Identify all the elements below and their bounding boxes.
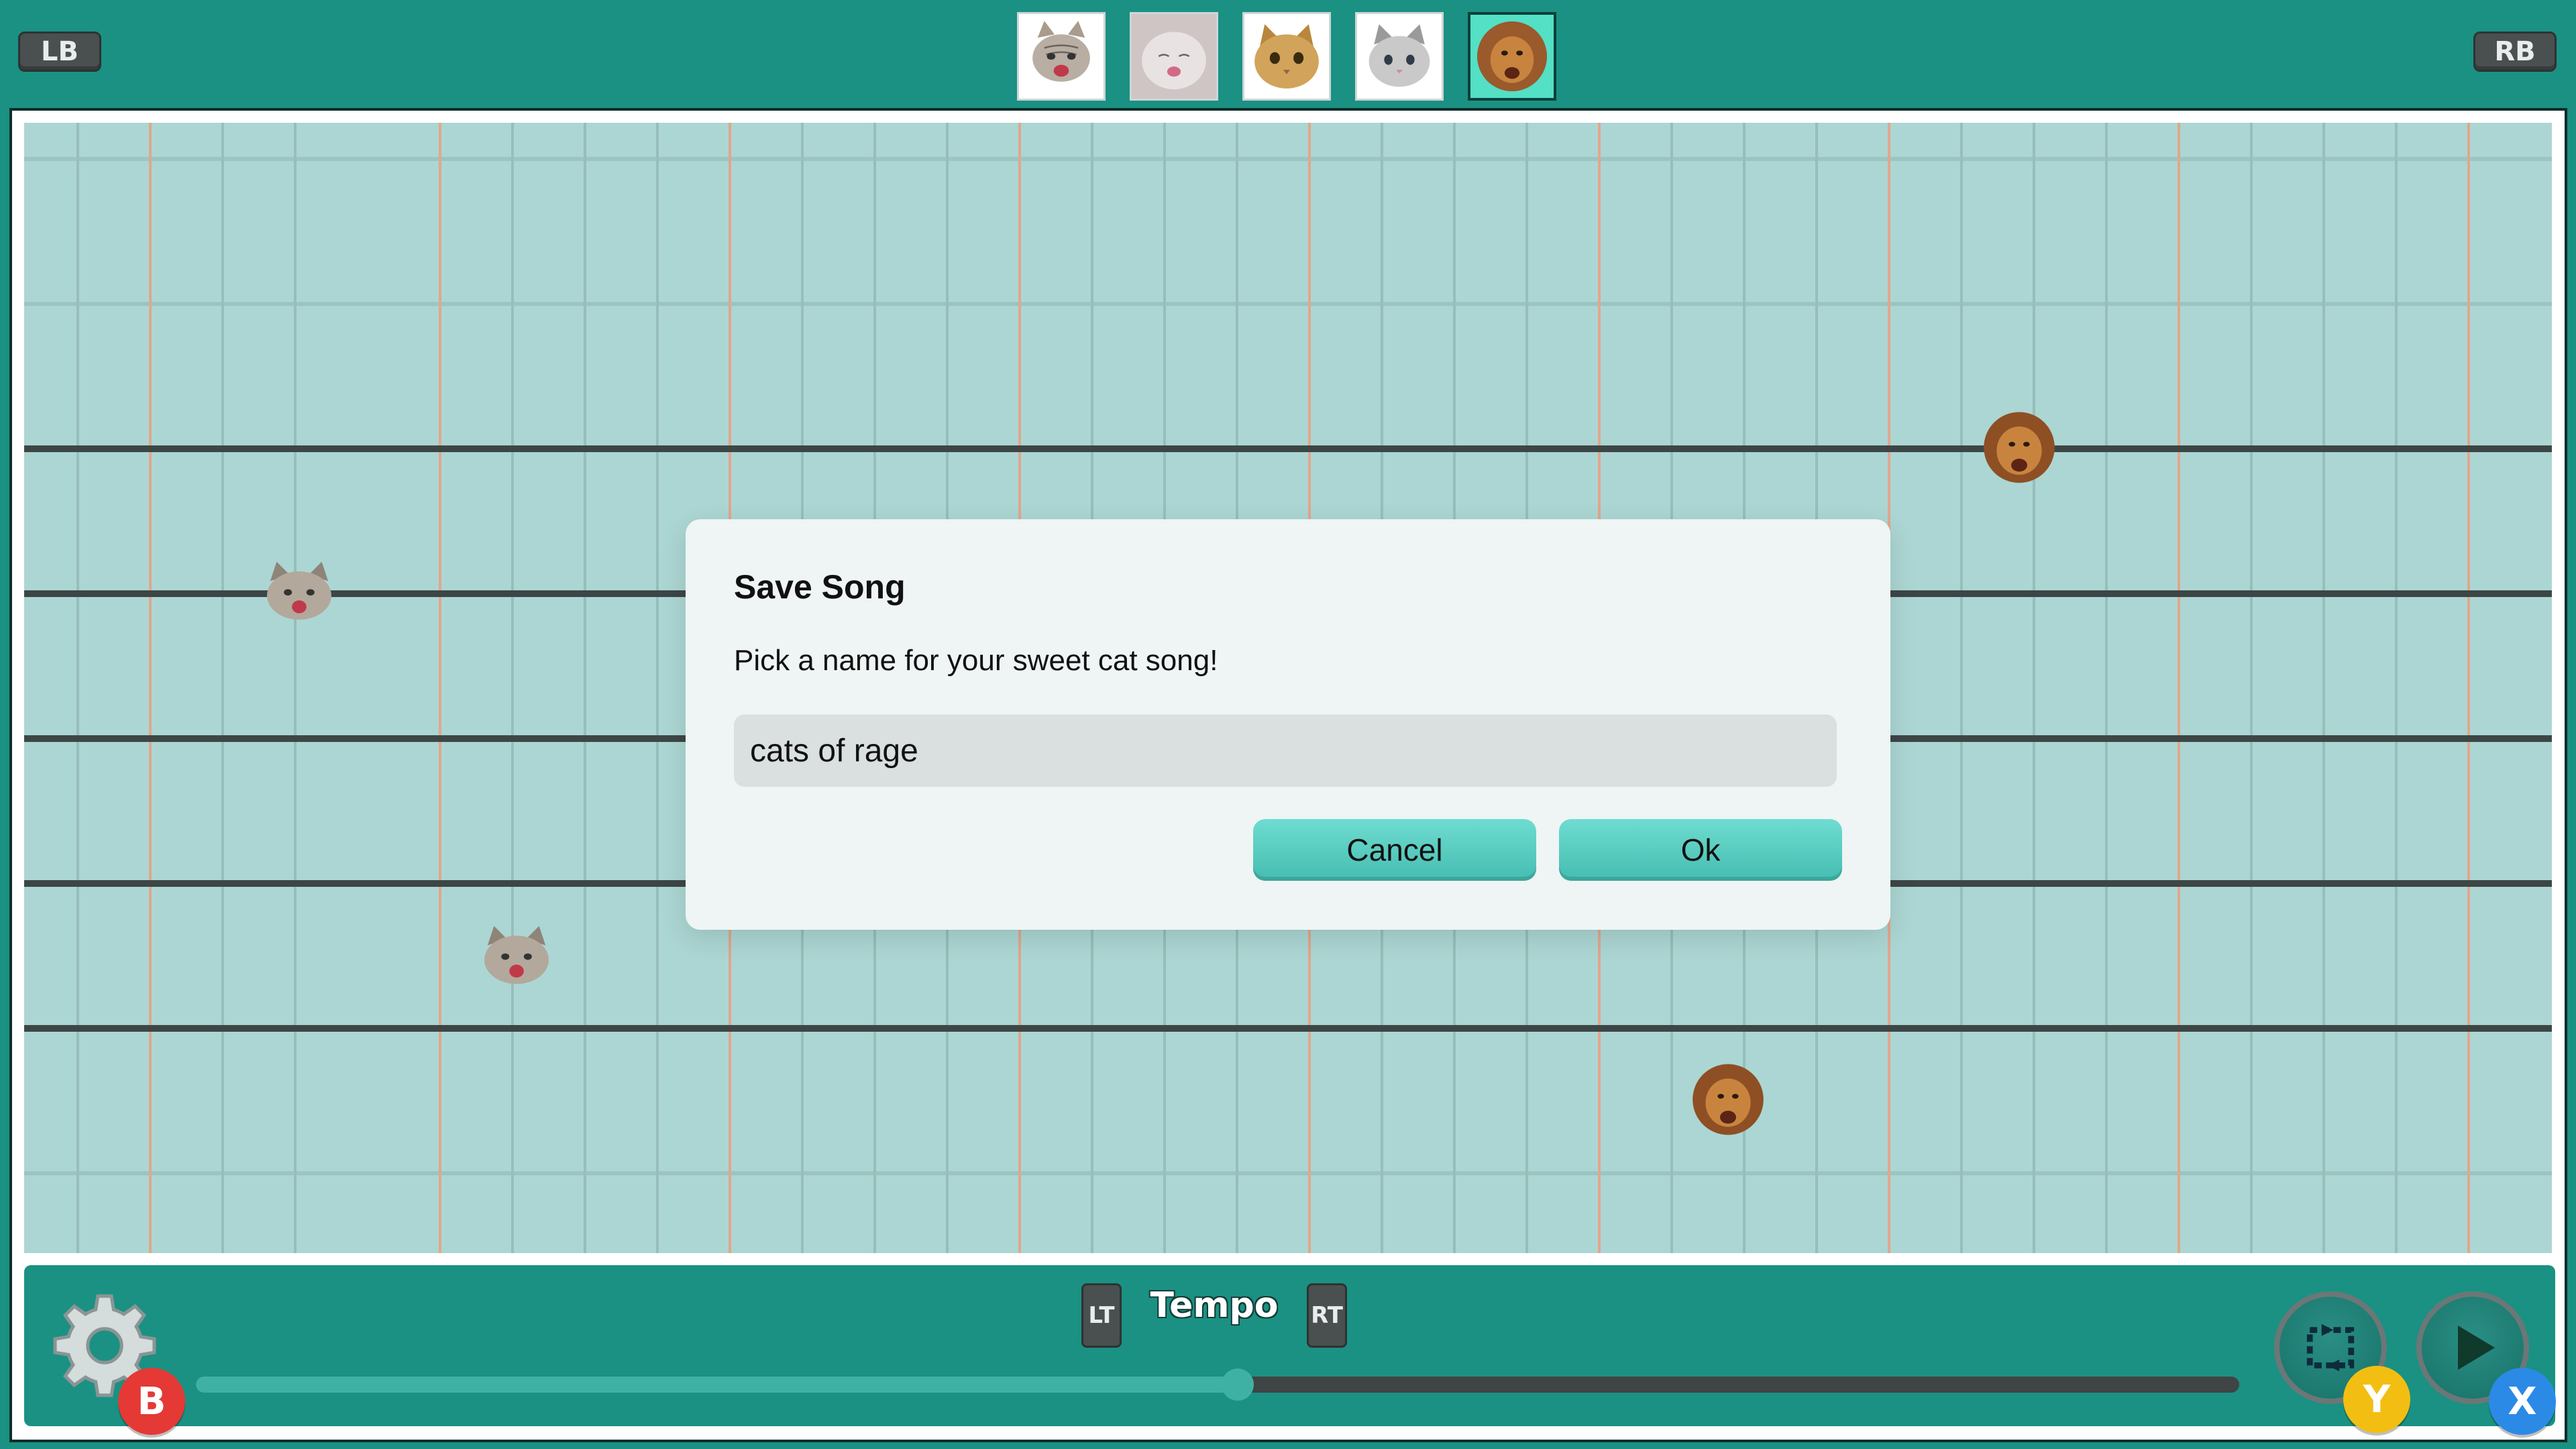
x-button[interactable]: X	[2489, 1368, 2556, 1435]
kitten-note-icon[interactable]	[259, 552, 339, 633]
lt-trigger-button[interactable]: LT	[1081, 1283, 1122, 1348]
tempo-slider-track[interactable]	[196, 1377, 2239, 1393]
rt-trigger-button[interactable]: RT	[1307, 1283, 1347, 1348]
dialog-title: Save Song	[734, 568, 906, 606]
cancel-button[interactable]: Cancel	[1253, 819, 1536, 881]
sleepy-kitten-icon	[1132, 14, 1216, 99]
animal-tab-kitten-orange[interactable]	[1242, 12, 1331, 101]
save-song-dialog: Save Song Pick a name for your sweet cat…	[686, 519, 1890, 930]
dialog-message: Pick a name for your sweet cat song!	[734, 644, 1218, 677]
lb-shoulder-button[interactable]: LB	[18, 32, 101, 72]
orange-kitten-icon	[1254, 24, 1319, 89]
lion-note-icon[interactable]	[1688, 1059, 1768, 1140]
animal-tab-kitten-grey[interactable]	[1355, 12, 1444, 101]
animal-tab-lion[interactable]	[1468, 12, 1556, 101]
lion-icon	[1477, 21, 1548, 92]
screaming-kitten-icon	[1032, 21, 1090, 82]
play-icon	[2458, 1326, 2495, 1370]
animal-tab-kitten-white[interactable]	[1130, 12, 1218, 101]
kitten-note-icon[interactable]	[476, 916, 557, 997]
tempo-slider-fill	[196, 1377, 1238, 1393]
lion-note-icon[interactable]	[1979, 407, 2059, 488]
animal-tab-kitten-tabby[interactable]	[1017, 12, 1106, 101]
song-name-input[interactable]	[734, 714, 1837, 787]
bottom-control-panel	[24, 1265, 2555, 1426]
grey-kitten-icon	[1368, 24, 1430, 87]
b-button[interactable]: B	[118, 1368, 185, 1435]
y-button[interactable]: Y	[2343, 1366, 2410, 1433]
tempo-label: Tempo	[1150, 1285, 1279, 1326]
ok-button[interactable]: Ok	[1559, 819, 1842, 881]
rb-shoulder-button[interactable]: RB	[2473, 32, 2557, 72]
